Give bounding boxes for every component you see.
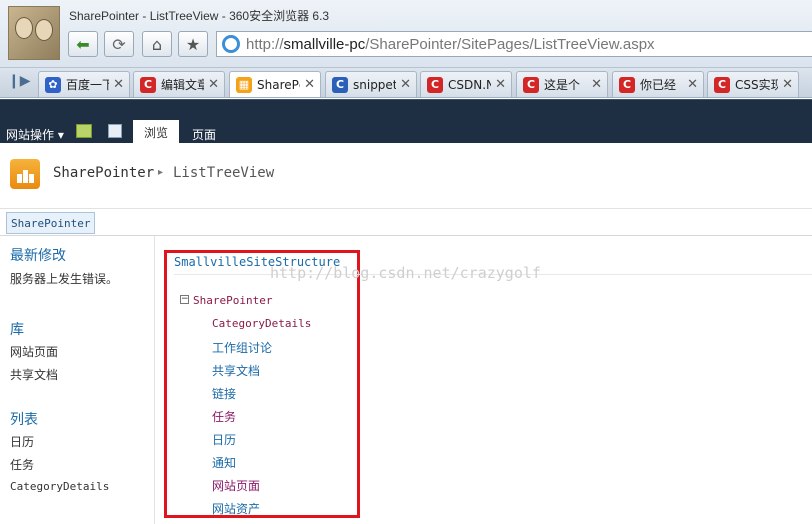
url-text[interactable]: http://smallville-pc/SharePointer/SitePa… xyxy=(246,36,655,53)
site-actions-menu[interactable]: 网站操作 ▾ xyxy=(6,126,64,143)
sidebar-item-calendar[interactable]: 日历 xyxy=(10,433,34,450)
close-icon[interactable]: ✕ xyxy=(687,77,698,92)
home-button[interactable]: ⌂ xyxy=(142,31,172,57)
recent-error-text: 服务器上发生错误。 xyxy=(10,272,119,286)
collapse-icon[interactable]: − xyxy=(180,295,189,304)
lists-heading[interactable]: 列表 xyxy=(10,409,38,429)
tree-child-item[interactable]: 通知 xyxy=(212,454,236,471)
page-header: SharePointer ▸ ListTreeView xyxy=(0,143,812,209)
browser-toolbar: SharePointer - ListTreeView - 360安全浏览器 6… xyxy=(0,0,812,68)
refresh-icon: ⟳ xyxy=(112,34,126,54)
tab-page[interactable]: 页面 xyxy=(192,126,216,143)
user-avatar[interactable] xyxy=(8,6,60,60)
tree-child-item[interactable]: 网站资产 xyxy=(212,500,260,517)
browser-tab[interactable]: C 编辑文章 ✕ xyxy=(133,71,225,97)
breadcrumb-separator-icon: ▸ xyxy=(158,167,164,178)
sidebar-toggle-icon[interactable]: ❙▶ xyxy=(8,73,31,93)
sidebar-item-site-pages[interactable]: 网站页面 xyxy=(10,343,58,360)
close-icon[interactable]: ✕ xyxy=(591,77,602,92)
tab-browse[interactable]: 浏览 xyxy=(133,120,179,144)
close-icon[interactable]: ✕ xyxy=(782,77,793,92)
top-nav-sharepointer[interactable]: SharePointer xyxy=(6,212,96,234)
refresh-button[interactable]: ⟳ xyxy=(104,31,134,57)
csdn-c-icon: C xyxy=(619,76,635,93)
page-title: ListTreeView xyxy=(173,165,275,181)
arrow-left-icon: ⬅ xyxy=(76,34,90,54)
window-title: SharePointer - ListTreeView - 360安全浏览器 6… xyxy=(69,9,330,23)
browser-tab[interactable]: C 这是个 ✕ xyxy=(516,71,608,97)
favorite-button[interactable]: ★ xyxy=(178,31,208,57)
csdn-c-icon: C xyxy=(427,76,443,93)
browser-tab[interactable]: C 你已经 ✕ xyxy=(612,71,704,97)
sidebar-item-category-details[interactable]: CategoryDetails xyxy=(10,480,109,493)
sidebar-item-tasks[interactable]: 任务 xyxy=(10,456,34,473)
highlight-box xyxy=(164,250,360,518)
sharepoint-icon: ▦ xyxy=(236,76,252,93)
csdn-c-icon: C xyxy=(714,76,730,93)
star-icon: ★ xyxy=(185,34,201,54)
tab-bar: ❙▶ ✿ 百度一下 ✕ C 编辑文章 ✕ ▦ SharePc ✕ C snipp… xyxy=(0,68,812,98)
back-button[interactable]: ⬅ xyxy=(68,31,98,57)
site-security-icon xyxy=(222,35,240,53)
tree-child-item[interactable]: CategoryDetails xyxy=(212,317,311,330)
watermark-text: http://blog.csdn.net/crazygolf xyxy=(270,264,541,282)
close-icon[interactable]: ✕ xyxy=(495,77,506,92)
tree-child-item[interactable]: 共享文档 xyxy=(212,362,260,379)
browser-tab-active[interactable]: ▦ SharePc ✕ xyxy=(229,71,321,97)
libraries-heading[interactable]: 库 xyxy=(10,319,24,339)
quick-launch: 最新修改 服务器上发生错误。 库 网站页面 共享文档 列表 日历 任务 Cate… xyxy=(0,236,155,524)
tree-child-item[interactable]: 链接 xyxy=(212,385,236,402)
sidebar-item-shared-documents[interactable]: 共享文档 xyxy=(10,366,58,383)
tree-child-item[interactable]: 工作组讨论 xyxy=(212,339,272,356)
close-icon[interactable]: ✕ xyxy=(304,77,315,92)
ribbon-bar: 网站操作 ▾ 浏览 页面 xyxy=(0,99,812,144)
csdn-c-icon: C xyxy=(140,76,156,93)
site-title[interactable]: SharePointer xyxy=(53,165,154,181)
site-logo-icon[interactable] xyxy=(10,159,40,189)
close-icon[interactable]: ✕ xyxy=(400,77,411,92)
tree-child-item[interactable]: 任务 xyxy=(212,408,236,425)
browser-tab[interactable]: ✿ 百度一下 ✕ xyxy=(38,71,130,97)
recent-changes-heading[interactable]: 最新修改 xyxy=(10,245,66,265)
paw-icon: ✿ xyxy=(45,76,61,93)
browser-tab[interactable]: C snippet ✕ xyxy=(325,71,417,97)
browser-tab[interactable]: C CSDN.N ✕ xyxy=(420,71,512,97)
tree-node-sharepointer[interactable]: SharePointer xyxy=(193,294,272,307)
browser-tab[interactable]: C CSS实现 ✕ xyxy=(707,71,799,97)
home-icon: ⌂ xyxy=(151,34,163,54)
address-bar[interactable]: http://smallville-pc/SharePointer/SitePa… xyxy=(216,31,812,57)
csdn-c-icon: C xyxy=(523,76,539,93)
tree-child-item[interactable]: 网站页面 xyxy=(212,477,260,494)
navigate-up-icon[interactable] xyxy=(76,124,92,138)
close-icon[interactable]: ✕ xyxy=(208,77,219,92)
tree-child-item[interactable]: 日历 xyxy=(212,431,236,448)
c-icon: C xyxy=(332,76,348,93)
close-icon[interactable]: ✕ xyxy=(113,77,124,92)
edit-page-icon[interactable] xyxy=(108,124,122,138)
top-nav: SharePointer xyxy=(0,210,812,236)
